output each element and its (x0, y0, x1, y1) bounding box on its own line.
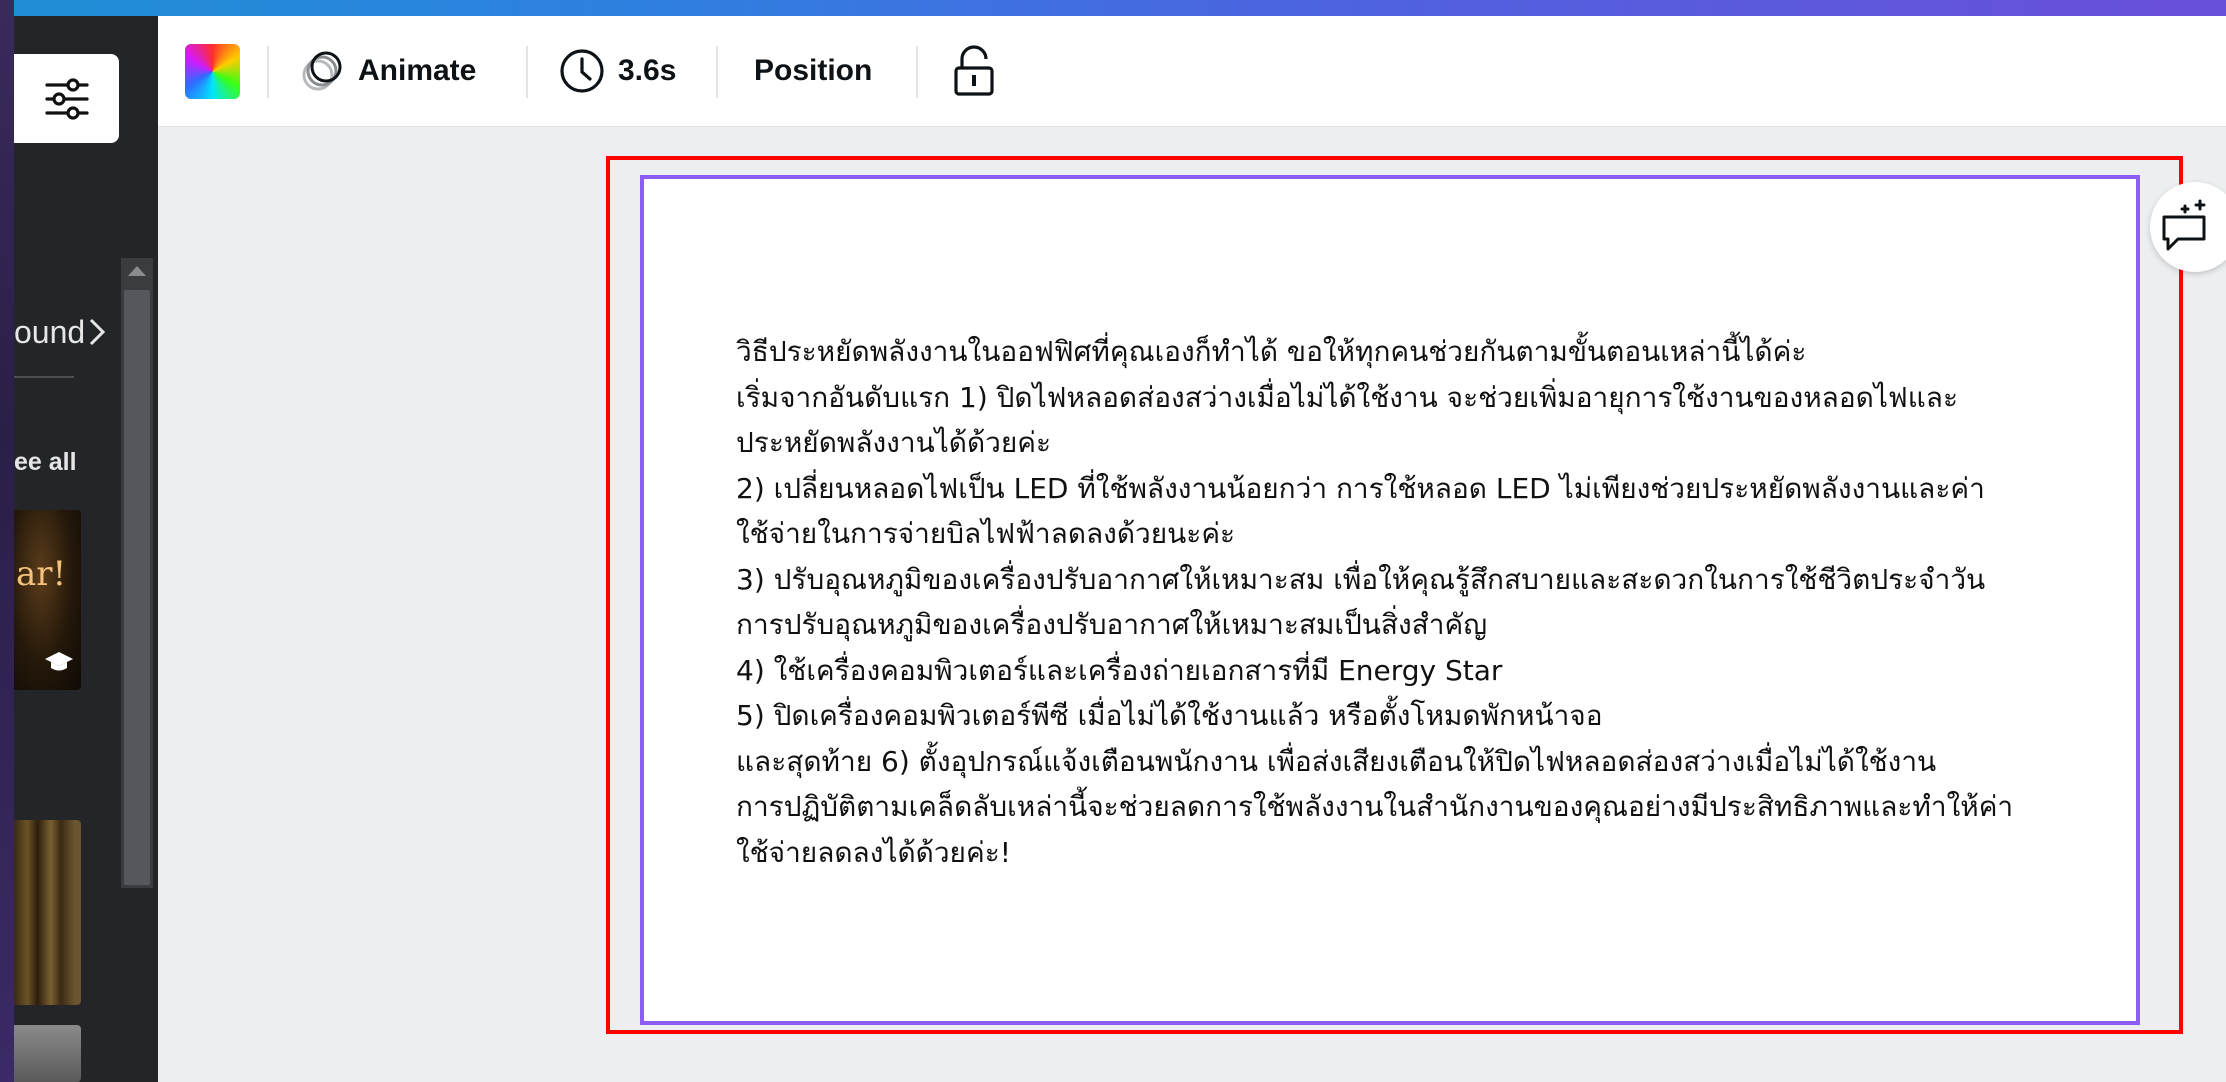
window-left-edge (0, 0, 14, 1082)
toolbar-separator (267, 46, 269, 98)
animate-button[interactable]: Animate (298, 16, 476, 126)
filter-button[interactable] (14, 54, 119, 143)
color-picker-icon[interactable] (185, 44, 240, 99)
lock-icon (954, 45, 994, 96)
position-label: Position (754, 54, 873, 87)
toolbar-separator (916, 46, 918, 98)
clock-icon (560, 49, 604, 93)
top-gradient-bar (0, 0, 2226, 16)
graduation-cap-icon (45, 652, 73, 671)
scroll-up-arrow-icon[interactable] (128, 266, 146, 276)
duration-label: 3.6s (618, 54, 677, 87)
animate-icon (302, 51, 342, 91)
add-comment-icon (2162, 199, 2206, 251)
template-thumbnail-1[interactable]: ar! (14, 510, 81, 690)
duration-button[interactable]: 3.6s (558, 16, 676, 126)
background-category-label[interactable]: ound (14, 314, 107, 351)
side-scrollbar-thumb[interactable] (124, 290, 150, 885)
selection-highlight-box (606, 156, 2183, 1034)
animate-label: Animate (358, 54, 477, 87)
template-thumbnail-3[interactable] (14, 1025, 81, 1082)
background-label-text: ound (14, 314, 86, 350)
side-divider (14, 376, 74, 378)
see-all-link[interactable]: ee all (14, 448, 77, 477)
lock-button[interactable] (950, 16, 998, 126)
chevron-right-icon (90, 318, 106, 346)
toolbar-separator (526, 46, 528, 98)
thumbnail-caption: ar! (16, 554, 67, 594)
position-button[interactable]: Position (754, 16, 872, 126)
toolbar-separator (716, 46, 718, 98)
template-thumbnail-2[interactable] (14, 820, 81, 1005)
sliders-icon (44, 77, 89, 120)
